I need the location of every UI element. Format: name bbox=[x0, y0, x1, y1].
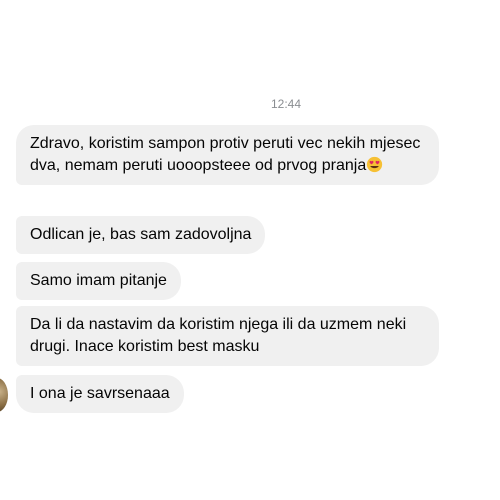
message-bubble[interactable]: Samo imam pitanje bbox=[16, 262, 181, 300]
message-bubble[interactable]: Odlican je, bas sam zadovoljna bbox=[16, 216, 266, 254]
heart-eyes-emoji-icon bbox=[367, 156, 383, 173]
message-bubble[interactable]: Zdravo, koristim sampon protiv peruti ve… bbox=[16, 125, 439, 185]
message-text: Zdravo, koristim sampon protiv peruti ve… bbox=[30, 135, 421, 174]
message-bubble[interactable]: I ona je savrsenaaa bbox=[16, 375, 184, 413]
message-bubble[interactable]: Da li da nastavim da koristim njega ili … bbox=[16, 306, 439, 366]
chat-thread: 12:44 Zdravo, koristim sampon protiv per… bbox=[0, 0, 500, 500]
sender-avatar[interactable] bbox=[0, 378, 8, 412]
message-text: Da li da nastavim da koristim njega ili … bbox=[30, 316, 407, 355]
message-text: Samo imam pitanje bbox=[30, 272, 167, 289]
message-timestamp: 12:44 bbox=[270, 97, 302, 111]
message-text: Odlican je, bas sam zadovoljna bbox=[30, 226, 252, 243]
message-text: I ona je savrsenaaa bbox=[30, 385, 170, 402]
